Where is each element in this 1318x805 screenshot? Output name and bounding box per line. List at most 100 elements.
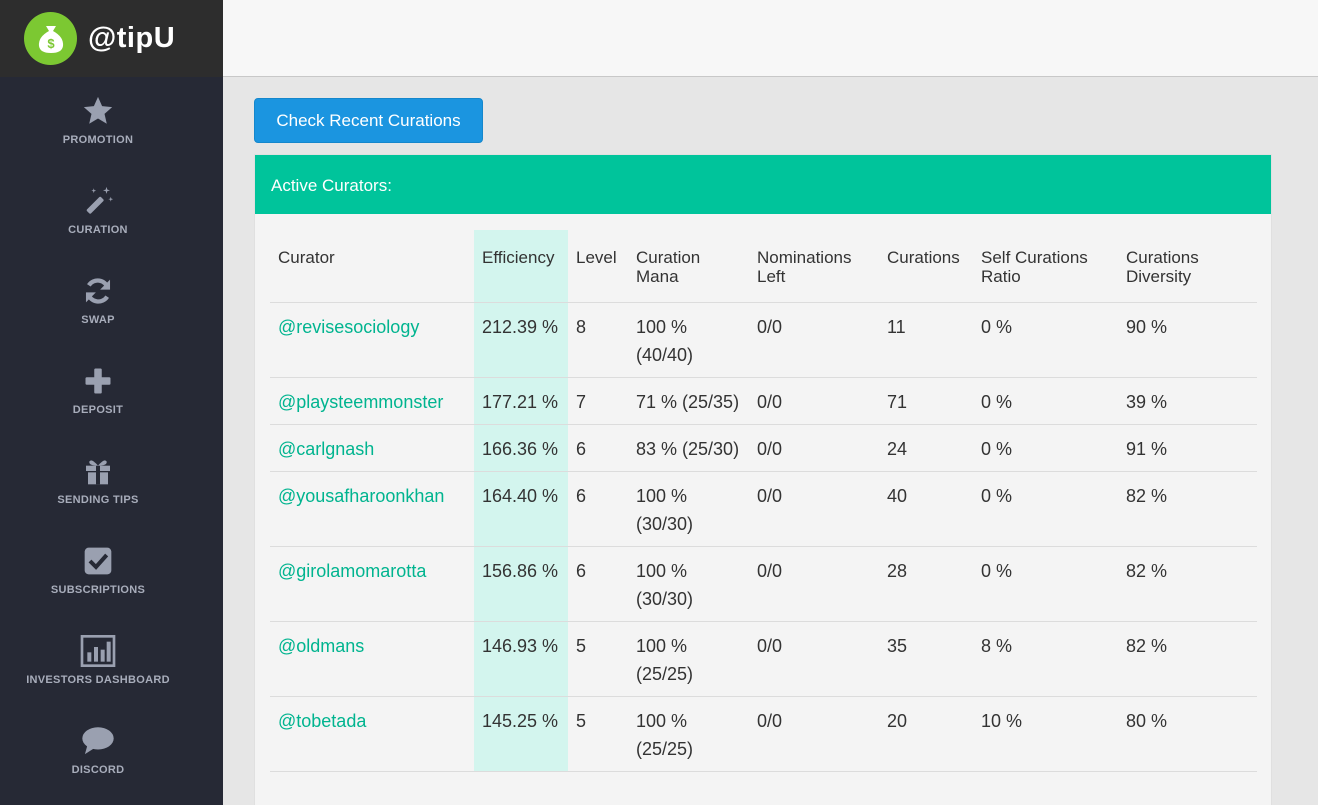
- nav-label: SWAP: [81, 314, 115, 326]
- efficiency-cell: 156.86 %: [474, 546, 568, 622]
- curator-link[interactable]: @oldmans: [278, 636, 364, 656]
- curator-link[interactable]: @tobetada: [278, 711, 366, 731]
- table-row: @tobetada 145.25 % 5 100 % (25/25) 0/0 2…: [270, 696, 1257, 772]
- column-header[interactable]: Curator: [270, 230, 474, 303]
- self-ratio-cell: 0 %: [973, 424, 1118, 472]
- column-header[interactable]: Level: [568, 230, 628, 303]
- diversity-cell: 39 %: [1118, 377, 1257, 425]
- brand[interactable]: $ @tipU: [0, 0, 223, 77]
- level-cell: 5: [568, 621, 628, 697]
- diversity-cell: 80 %: [1118, 696, 1257, 772]
- nominations-cell: 0/0: [749, 377, 879, 425]
- column-header[interactable]: Self Curations Ratio: [973, 230, 1118, 303]
- nav-label: PROMOTION: [62, 134, 134, 146]
- star-icon: [0, 93, 196, 129]
- nominations-cell: 0/0: [749, 302, 879, 378]
- mana-cell: 100 % (30/30): [628, 546, 749, 622]
- curator-link[interactable]: @carlgnash: [278, 439, 374, 459]
- self-ratio-cell: 0 %: [973, 377, 1118, 425]
- nav-item-promotion[interactable]: PROMOTION: [0, 93, 196, 146]
- level-cell: 6: [568, 424, 628, 472]
- check-recent-curations-button[interactable]: Check Recent Curations: [254, 98, 483, 143]
- column-header[interactable]: Curations: [879, 230, 973, 303]
- column-header[interactable]: Efficiency: [474, 230, 568, 303]
- level-cell: 7: [568, 377, 628, 425]
- nav-label: SENDING TIPS: [57, 494, 139, 506]
- plus-icon: [0, 363, 196, 399]
- diversity-cell: 90 %: [1118, 302, 1257, 378]
- level-cell: 6: [568, 546, 628, 622]
- table-row: @revisesociology 212.39 % 8 100 % (40/40…: [270, 302, 1257, 378]
- refresh-icon: [0, 273, 196, 309]
- nominations-cell: 0/0: [749, 546, 879, 622]
- active-curators-panel: Active Curators: Curator Efficiency Leve…: [254, 154, 1272, 805]
- nav-label: SUBSCRIPTIONS: [50, 584, 146, 596]
- self-ratio-cell: 10 %: [973, 696, 1118, 772]
- table-row: @playsteemmonster 177.21 % 7 71 % (25/35…: [270, 377, 1257, 425]
- curations-cell: 28: [879, 546, 973, 622]
- svg-text:$: $: [47, 36, 55, 51]
- self-ratio-cell: 0 %: [973, 302, 1118, 378]
- table-row: @girolamomarotta 156.86 % 6 100 % (30/30…: [270, 546, 1257, 622]
- nav-item-investors-dashboard[interactable]: INVESTORS DASHBOARD: [0, 633, 196, 686]
- table-row: @yousafharoonkhan 164.40 % 6 100 % (30/3…: [270, 471, 1257, 547]
- efficiency-cell: 177.21 %: [474, 377, 568, 425]
- nav-label: CURATION: [68, 224, 128, 236]
- money-bag-icon: $: [24, 12, 77, 65]
- nav-label: INVESTORS DASHBOARD: [26, 674, 170, 686]
- nav-item-curation[interactable]: CURATION: [0, 183, 196, 236]
- table-header-row: Curator Efficiency Level Curation Mana N…: [270, 230, 1257, 303]
- nav-item-sending-tips[interactable]: SENDING TIPS: [0, 453, 196, 506]
- level-cell: 5: [568, 696, 628, 772]
- column-header[interactable]: Nominations Left: [749, 230, 879, 303]
- table-row: @oldmans 146.93 % 5 100 % (25/25) 0/0 35…: [270, 621, 1257, 697]
- nominations-cell: 0/0: [749, 621, 879, 697]
- mana-cell: 100 % (25/25): [628, 621, 749, 697]
- nav-item-discord[interactable]: DISCORD: [0, 723, 196, 776]
- self-ratio-cell: 0 %: [973, 546, 1118, 622]
- efficiency-cell: 146.93 %: [474, 621, 568, 697]
- curator-link[interactable]: @girolamomarotta: [278, 561, 426, 581]
- nav-item-deposit[interactable]: DEPOSIT: [0, 363, 196, 416]
- column-header[interactable]: Curations Diversity: [1118, 230, 1257, 303]
- panel-title: Active Curators:: [255, 155, 1271, 214]
- efficiency-cell: 212.39 %: [474, 302, 568, 378]
- table-row: @carlgnash 166.36 % 6 83 % (25/30) 0/0 2…: [270, 424, 1257, 472]
- curator-link[interactable]: @revisesociology: [278, 317, 419, 337]
- magic-wand-icon: [0, 183, 196, 219]
- checkbox-icon: [0, 543, 196, 579]
- chat-bubble-icon: [0, 723, 196, 759]
- mana-cell: 100 % (30/30): [628, 471, 749, 547]
- efficiency-cell: 166.36 %: [474, 424, 568, 472]
- nominations-cell: 0/0: [749, 424, 879, 472]
- gift-icon: [0, 453, 196, 489]
- brand-name: @tipU: [88, 22, 176, 54]
- curator-link[interactable]: @playsteemmonster: [278, 392, 443, 412]
- self-ratio-cell: 8 %: [973, 621, 1118, 697]
- mana-cell: 100 % (40/40): [628, 302, 749, 378]
- mana-cell: 83 % (25/30): [628, 424, 749, 472]
- diversity-cell: 91 %: [1118, 424, 1257, 472]
- curator-link[interactable]: @yousafharoonkhan: [278, 486, 444, 506]
- efficiency-cell: 145.25 %: [474, 696, 568, 772]
- self-ratio-cell: 0 %: [973, 471, 1118, 547]
- curations-cell: 40: [879, 471, 973, 547]
- diversity-cell: 82 %: [1118, 471, 1257, 547]
- diversity-cell: 82 %: [1118, 546, 1257, 622]
- top-bar: [223, 0, 1318, 77]
- nav-label: DEPOSIT: [72, 404, 124, 416]
- curations-cell: 71: [879, 377, 973, 425]
- curators-table: Curator Efficiency Level Curation Mana N…: [270, 230, 1257, 772]
- level-cell: 6: [568, 471, 628, 547]
- diversity-cell: 82 %: [1118, 621, 1257, 697]
- curations-cell: 11: [879, 302, 973, 378]
- mana-cell: 71 % (25/35): [628, 377, 749, 425]
- nominations-cell: 0/0: [749, 471, 879, 547]
- mana-cell: 100 % (25/25): [628, 696, 749, 772]
- nav-item-swap[interactable]: SWAP: [0, 273, 196, 326]
- nav-item-subscriptions[interactable]: SUBSCRIPTIONS: [0, 543, 196, 596]
- nav-label: DISCORD: [71, 764, 125, 776]
- curations-cell: 20: [879, 696, 973, 772]
- column-header[interactable]: Curation Mana: [628, 230, 749, 303]
- nominations-cell: 0/0: [749, 696, 879, 772]
